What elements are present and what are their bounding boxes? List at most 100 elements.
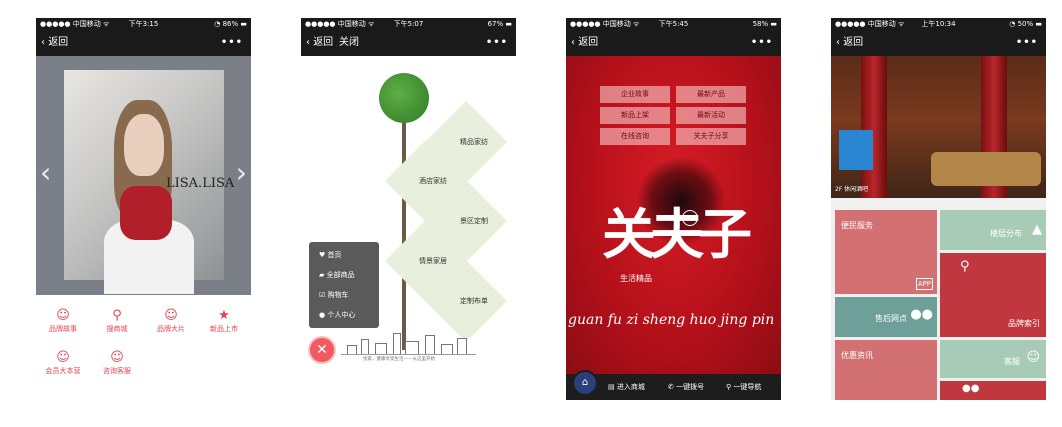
nav-bar: ‹ 返回 ••• — [36, 30, 251, 56]
phone-screen-guanfuzi: ●●●●● 中国移动 ᯤ 下午5:45 58% ▬ ‹ 返回 ••• 企业故事 … — [566, 18, 781, 400]
status-bar: ●●●●● 中国移动 ᯤ 下午3:15 ◔ 86% ▬ — [36, 18, 251, 30]
brand-subtitle: 生活精品 — [620, 274, 652, 283]
brand-emblem-icon — [682, 210, 698, 226]
link-hotel-bedding[interactable]: 酒店家纺 — [419, 176, 447, 186]
service-grid: 便民服务 APP 楼层分布 ▲ ⚲ 品牌索引 售后网点 ●● 优惠资讯 客服 ☺… — [831, 198, 1046, 400]
enter-mall-button[interactable]: ▤ 进入商城 — [608, 374, 645, 400]
menu-item-all-products[interactable]: ▰ 全部商品 — [319, 270, 355, 280]
tile-label: 客服 — [1004, 357, 1020, 366]
carousel-dots[interactable] — [1008, 187, 1038, 198]
menu-share[interactable]: 关夫子分享 — [676, 128, 746, 145]
status-bar: ●●●●● 中国移动 ᯤ 下午5:07 67% ▬ — [301, 18, 516, 30]
back-button[interactable]: ‹ 返回 — [571, 30, 598, 56]
bar-label: 一键导航 — [733, 383, 762, 391]
tile-convenience[interactable]: 便民服务 APP — [835, 210, 937, 294]
menu-item-profile[interactable]: ● 个人中心 — [319, 310, 355, 320]
menu-item-home[interactable]: ♥ 首页 — [319, 250, 342, 260]
tile-brand-index[interactable]: ⚲ 品牌索引 — [940, 253, 1046, 337]
grid-item-label: 品牌故事 — [49, 325, 77, 333]
checkbox-icon: ☑ — [319, 291, 328, 299]
model-scarf — [120, 186, 172, 240]
battery: 58% ▬ — [752, 20, 777, 28]
venue-carousel[interactable]: 2F 休闲酒吧 — [831, 56, 1046, 198]
city-skyline — [341, 328, 476, 355]
smile-icon: ☺ — [164, 308, 178, 323]
back-button[interactable]: ‹ 返回 — [306, 30, 333, 56]
shop-icon: ▤ — [608, 383, 617, 391]
app-icon: APP — [915, 278, 933, 290]
truck-icon: ▰ — [319, 271, 327, 279]
grid-item-brand-film[interactable]: ☺ 品牌大片 — [144, 307, 198, 334]
tree-icon — [379, 73, 429, 123]
menu-latest-events[interactable]: 最新活动 — [676, 107, 746, 124]
call-button[interactable]: ✆ 一键拨号 — [668, 374, 704, 400]
tile-more[interactable]: ●● — [940, 381, 1046, 400]
tile-floor-map[interactable]: 楼层分布 ▲ — [940, 210, 1046, 250]
menu-latest-products[interactable]: 最新产品 — [676, 86, 746, 103]
menu-company-story[interactable]: 企业故事 — [600, 86, 670, 103]
back-label: 返回 — [843, 37, 864, 48]
more-menu-button[interactable]: ••• — [751, 30, 773, 56]
carousel-prev-icon[interactable]: ‹ — [40, 156, 51, 189]
grid-item-search-mall[interactable]: ⚲ 搜商城 — [90, 307, 144, 334]
link-scenic-custom[interactable]: 景区定制 — [460, 216, 488, 226]
menu-item-label: 个人中心 — [327, 311, 356, 319]
close-menu-button[interactable]: ✕ — [308, 336, 336, 364]
carousel-next-icon[interactable]: › — [236, 156, 247, 189]
status-bar: ●●●●● 中国移动 ᯤ 上午10:34 ◔ 50% ▬ — [831, 18, 1046, 30]
grid-item-label: 搜商城 — [106, 325, 128, 333]
tile-label: 品牌索引 — [1008, 319, 1040, 328]
close-icon: ✕ — [316, 342, 328, 358]
more-menu-button[interactable]: ••• — [221, 30, 243, 56]
banner-carousel[interactable]: LISA.LISA ‹ › — [36, 56, 251, 295]
menu-item-cart[interactable]: ☑ 购物车 — [319, 290, 349, 300]
close-button[interactable]: 关闭 — [339, 30, 359, 56]
grid-item-brand-story[interactable]: ☺ 品牌故事 — [36, 307, 90, 334]
home-button[interactable]: ⌂ — [572, 370, 598, 396]
link-premium-bedding[interactable]: 精品家纺 — [460, 137, 488, 147]
tile-after-sales[interactable]: 售后网点 ●● — [835, 297, 937, 337]
tile-label: 优惠资讯 — [841, 351, 873, 360]
bottom-action-bar: ⌂ ▤ 进入商城 ✆ 一键拨号 ⚲ 一键导航 — [566, 370, 781, 400]
navigate-button[interactable]: ⚲ 一键导航 — [726, 374, 761, 400]
tile-promotions[interactable]: 优惠资讯 — [835, 340, 937, 400]
smile-icon: ☺ — [110, 350, 124, 365]
grid-item-label: 咨询客服 — [103, 367, 131, 375]
tile-customer-service[interactable]: 客服 ☺ — [940, 340, 1046, 378]
home-icon: ⌂ — [581, 377, 589, 388]
grid-item-label: 品牌大片 — [157, 325, 185, 333]
status-bar: ●●●●● 中国移动 ᯤ 下午5:45 58% ▬ — [566, 18, 781, 30]
grid-item-label: 新品上市 — [210, 325, 238, 333]
tv-screen — [839, 130, 873, 170]
phone-icon: ✆ — [668, 383, 677, 391]
user-icon: ☺ — [1026, 350, 1040, 365]
star-icon: ★ — [218, 308, 230, 323]
back-button[interactable]: ‹ 返回 — [836, 30, 863, 56]
menu-online-consult[interactable]: 在线咨询 — [600, 128, 670, 145]
grid-item-customer-service[interactable]: ☺ 咨询客服 — [90, 349, 144, 376]
grid-item-new-arrivals[interactable]: ★ 新品上市 — [197, 307, 251, 334]
menu-item-label: 购物车 — [327, 291, 349, 299]
phone-screen-brand-mall: ●●●●● 中国移动 ᯤ 下午3:15 ◔ 86% ▬ ‹ 返回 ••• LIS… — [36, 18, 251, 400]
more-menu-button[interactable]: ••• — [1016, 30, 1038, 56]
bar-label: 进入商城 — [616, 383, 645, 391]
battery: ◔ 86% ▬ — [214, 20, 247, 28]
back-label: 返回 — [313, 37, 334, 48]
battery: ◔ 50% ▬ — [1009, 20, 1042, 28]
link-custom-linen[interactable]: 定制布单 — [460, 296, 488, 306]
brand-calligraphy: 关夫子 — [602, 202, 752, 266]
sofa — [931, 152, 1041, 186]
floating-menu: ♥ 首页 ▰ 全部商品 ☑ 购物车 ● 个人中心 — [309, 242, 379, 328]
nav-bar: ‹ 返回 ••• — [566, 30, 781, 56]
tile-label: 楼层分布 — [990, 229, 1022, 238]
menu-item-label: 首页 — [327, 251, 342, 259]
back-button[interactable]: ‹ 返回 — [41, 30, 68, 56]
menu-new-listings[interactable]: 新品上架 — [600, 107, 670, 124]
grid-item-member-club[interactable]: ☺ 会员大本营 — [36, 349, 90, 376]
more-menu-button[interactable]: ••• — [486, 30, 508, 56]
group-icon: ●● — [962, 383, 980, 394]
back-label: 返回 — [578, 37, 599, 48]
nav-bar: ‹ 返回 ••• — [831, 30, 1046, 56]
search-icon: ⚲ — [960, 259, 970, 274]
link-scene-home[interactable]: 情景家居 — [419, 256, 447, 266]
